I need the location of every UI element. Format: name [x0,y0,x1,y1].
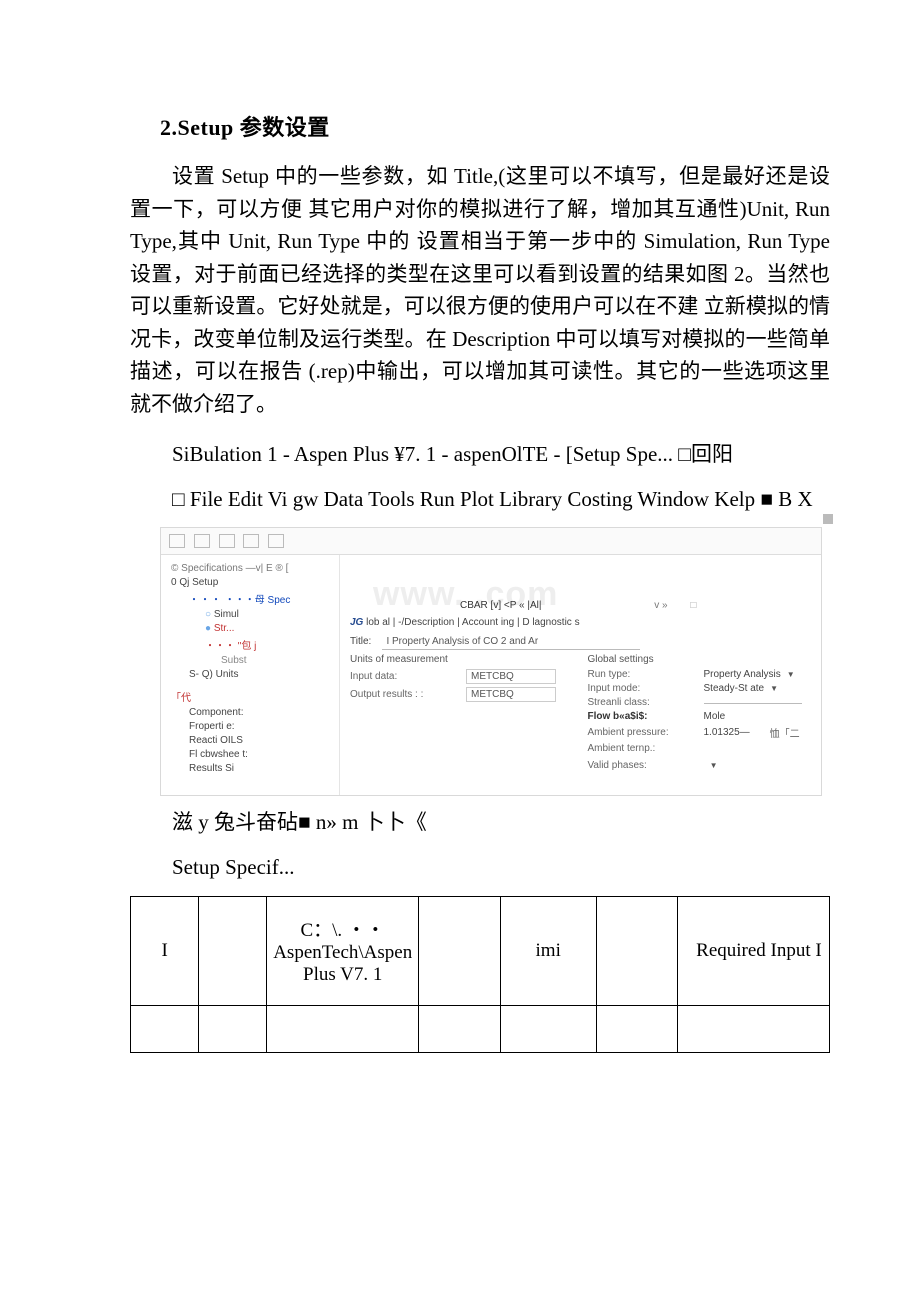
ocr-line-setup-specif: Setup Specif... [130,851,830,884]
tree-dots-icon: ・・・ [189,595,222,606]
tree-str-label: Str... [214,623,235,634]
toolbar-icon [243,534,259,548]
cell [199,1005,267,1052]
cell-3-path: C：\. ・・AspenTech\Aspen Plus V7. 1 [267,896,419,1005]
run-type-select[interactable]: Property Analysis [704,669,795,680]
ambient-temp-label: Ambient ternp.: [588,743,698,754]
valid-phases-row[interactable]: Valid phases: [588,760,812,771]
cell [500,1005,596,1052]
units-panel: Units of measurement Input data: METCBQ … [350,654,574,771]
tree-str[interactable]: ● Str... [165,621,335,635]
cell-1: I [131,896,199,1005]
flow-basis-value[interactable]: Mole [704,711,726,722]
window-title-text: SiBulation 1 - Aspen Plus ¥7. 1 - aspenO… [130,438,830,471]
status-table: I C：\. ・・AspenTech\Aspen Plus V7. 1 imi … [130,896,830,1053]
crumb-right: v » [654,600,667,611]
global-settings-panel: Global settings Run type: Property Analy… [588,654,812,771]
input-data-select[interactable]: METCBQ [466,669,556,684]
input-mode-select[interactable]: Steady-St ate [704,683,779,694]
tree-simul-label: Simul [214,609,239,620]
title-label: Title: [350,636,371,647]
screenshot-toolbar [161,528,821,555]
input-data-label: Input data: [350,671,460,682]
section-heading: 2.Setup 参数设置 [160,110,830,142]
cell-4 [419,896,501,1005]
tree-pack-label: "包 j [238,641,257,652]
units-header: Units of measurement [350,654,574,665]
tab-global[interactable]: JG [350,617,363,628]
aspen-setup-screenshot: © Specifications —v| E ® [ 0 Qj Setup ・・… [160,527,822,796]
paragraph-1: 设置 Setup 中的一些参数，如 Title,(这里可以不填写，但是最好还是设… [130,160,830,420]
table-row: I C：\. ・・AspenTech\Aspen Plus V7. 1 imi … [131,896,830,1005]
nav-tree[interactable]: © Specifications —v| E ® [ 0 Qj Setup ・・… [161,555,340,795]
breadcrumb: CBAR [v] <P « |Al| v » □ [350,598,811,617]
bullet-icon: ● [205,623,211,634]
crumb-box-icon: □ [690,600,696,611]
tree-spec-top: © Specifications —v| E ® [ [165,561,335,575]
tree-properties[interactable]: Froperti e: [165,719,335,733]
tree-pack[interactable]: ・・・ "包 j [165,635,335,653]
tab-rest[interactable]: lob al | -/Description | Account ing | D… [363,617,579,628]
toolbar-icon [219,534,235,548]
ambient-pressure-value[interactable]: 1.01325— [704,727,750,738]
cell-2 [199,896,267,1005]
title-row: Title: [350,634,811,650]
run-type-label: Run type: [588,669,698,680]
output-results-label: Output results : : [350,689,460,700]
cell-7-required-input: Required Input I [678,896,830,1005]
setup-tabs[interactable]: JG lob al | -/Description | Account ing … [350,617,811,628]
tree-spec[interactable]: ・・・ ・・・母 Spec [165,589,335,607]
flow-basis-label: Flow b«a$i$: [588,711,698,722]
tree-misc: 「代 [165,687,335,705]
bullet-icon: ○ [205,609,211,620]
cell-6 [596,896,678,1005]
cell [419,1005,501,1052]
tree-dots-icon: ・・・ [205,641,235,652]
tree-subst[interactable]: Subst [165,653,335,667]
cell-5: imi [500,896,596,1005]
table-row [131,1005,830,1052]
crumb-center: CBAR [v] <P « |Al| [460,600,541,611]
output-results-select[interactable]: METCBQ [466,687,556,702]
tree-simul[interactable]: ○ Simul [165,607,335,621]
cell [267,1005,419,1052]
title-input[interactable] [382,634,640,650]
stream-class-label: Streanli class: [588,697,698,708]
toolbar-icon [268,534,284,548]
corner-glyph [823,514,833,524]
ambient-pressure-label: Ambient pressure: [588,727,698,738]
stream-class-value[interactable] [704,701,802,704]
cell [678,1005,830,1052]
tree-flowsheet[interactable]: Fl cbwshee t: [165,747,335,761]
tree-spec-label: ・・・母 Spec [225,595,291,606]
cell [596,1005,678,1052]
valid-phases-label: Valid phases: [588,760,647,771]
toolbar-icon [169,534,185,548]
tree-units[interactable]: S- Q) Units [165,667,335,681]
tree-results[interactable]: Results Si [165,761,335,775]
toolbar-icon [194,534,210,548]
ambient-pressure-unit: 恤「二 [770,725,800,740]
cell [131,1005,199,1052]
setup-main-panel: www. .com CBAR [v] <P « |Al| v » □ JG lo… [340,555,821,795]
global-settings-header: Global settings [588,654,812,665]
input-mode-label: Input mode: [588,683,698,694]
ocr-garbage-line-1: 滋 y 兔斗奋砧■ n» m 卜卜《 [130,806,830,839]
tree-reactions[interactable]: Reacti OILS [165,733,335,747]
menu-bar-text: □ File Edit Vi gw Data Tools Run Plot Li… [130,483,830,516]
tree-setup[interactable]: 0 Qj Setup [165,575,335,589]
tree-component[interactable]: Component: [165,705,335,719]
